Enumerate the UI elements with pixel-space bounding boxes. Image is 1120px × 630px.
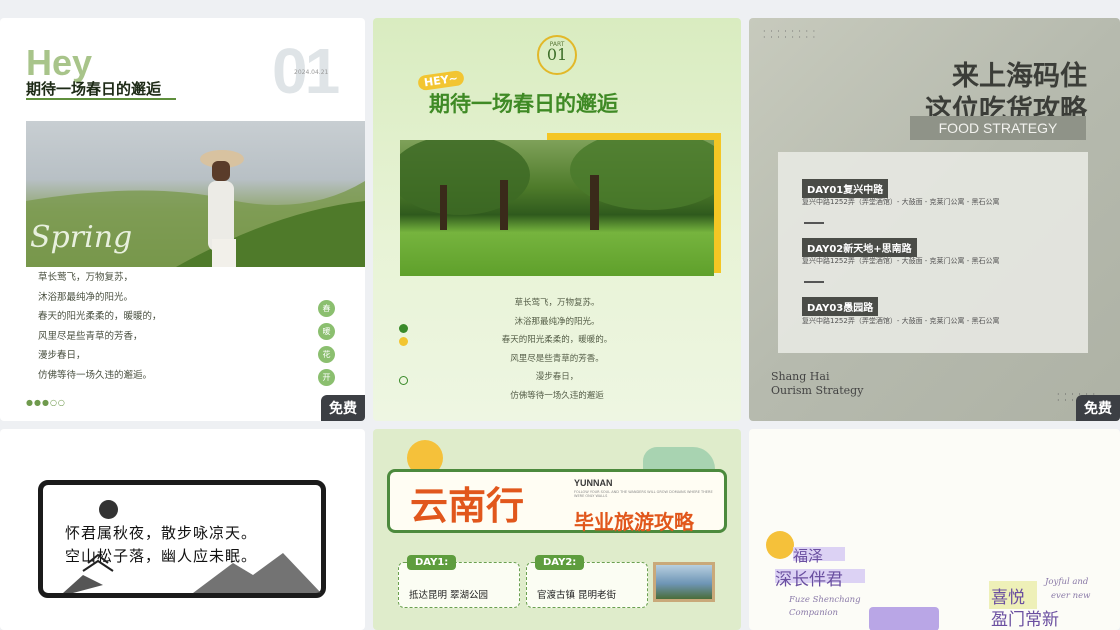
template-card-spring-park[interactable]: PART 01 HEY~ 期待一场春日的邂逅 草长莺飞，万物复苏。 沐浴那最纯净… [373,18,741,421]
subtitle: 毕业旅游攻略 [574,510,694,534]
footer-text: Shang Hai Ourism Strategy [771,370,864,397]
day-card: DAY1: 抵达昆明 翠湖公园 [398,555,520,608]
template-card-yunnan-travel[interactable]: 云南行 YUNNAN FOLLOW YOUR SOUL AND THE WAND… [373,429,741,630]
template-card-blessing[interactable]: 福泽 深长伴君 Fuze Shenchang Companion 喜悦 盈门常新… [749,429,1120,630]
day-tag: DAY1: [407,555,457,570]
day-label: DAY01复兴中路 [802,179,889,198]
divider [804,281,824,283]
day-card: DAY2: 官渡古镇 昆明老街 [526,555,648,608]
purple-brush-shape [869,607,939,630]
blessing-text: 福泽 [793,547,824,565]
day-text: 官渡古镇 昆明老街 [537,590,617,601]
blessing-text: 盈门常新 [991,610,1059,630]
timeline-dots [399,324,408,389]
day-detail: 复兴中路1252弄（弄堂酒馆）- 大鼓面 - 克莱门公寓 - 黑石公寓 [802,317,1000,325]
page-dots: ●●●○○ [26,398,66,407]
day-tag: DAY2: [535,555,585,570]
subtitle-food-strategy: FOOD STRATEGY [910,116,1086,140]
script-text: Joyful and [1045,577,1089,587]
day-label: DAY02新天地+思南路 [802,238,917,257]
day-detail: 复兴中路1252弄（弄堂酒馆）- 大鼓面 - 克莱门公寓 - 黑石公寓 [802,257,1000,265]
template-card-spring-encounter[interactable]: Hey 01 2024.04.21 期待一场春日的邂逅 Spring 草长莺飞，… [0,18,365,421]
poem-text: 草长莺飞，万物复苏， 沐浴那最纯净的阳光。 春天的阳光柔柔的，暖暖的， 风里尽是… [38,272,162,381]
smiley-face-icon [766,531,794,559]
yunnan-label: YUNNAN [574,478,613,488]
day-text: 抵达昆明 翠湖公园 [409,590,489,601]
script-text: Fuze Shenchang [789,595,861,605]
blessing-text: 深长伴君 [775,570,843,590]
big-title: 云南行 [410,484,525,528]
day-label: DAY03愚园路 [802,297,879,316]
card-title: 期待一场春日的邂逅 [429,92,618,116]
script-text: Companion [789,608,838,618]
template-card-ink-poem[interactable]: 怀君属秋夜，散步咏凉天。 空山松子落，幽人应未眠。 [0,429,365,630]
ink-poem-frame: 怀君属秋夜，散步咏凉天。 空山松子落，幽人应未眠。 [38,480,326,598]
card-title: 期待一场春日的邂逅 [26,80,162,98]
part-circle: PART 01 [537,35,577,75]
spring-script-word: Spring [30,220,133,255]
title-box: 云南行 YUNNAN FOLLOW YOUR SOUL AND THE WAND… [387,469,727,534]
small-english-text: FOLLOW YOUR SOUL AND THE WANDERS WILL GR… [574,490,713,498]
ink-mountains-illustration [63,553,321,593]
free-badge: 免费 [1076,395,1120,421]
itinerary-panel: DAY01复兴中路 复兴中路1252弄（弄堂酒馆）- 大鼓面 - 克莱门公寓 -… [778,152,1088,353]
vertical-circle-labels: 春 暖 花 开 [318,300,335,386]
title-underline [26,98,176,100]
lake-photo [653,562,715,602]
poem-text: 草长莺飞，万物复苏。 沐浴那最纯净的阳光。 春天的阳光柔柔的，暖暖的。 风里尽是… [501,298,613,401]
park-trees-photo [400,140,714,276]
dot-grid-decoration: · · · · · · · · · · · · · · · · [763,27,817,42]
divider [804,222,824,224]
card-date: 2024.04.21 [294,69,329,76]
script-text: ever new [1051,591,1091,601]
template-card-shanghai-food[interactable]: · · · · · · · · · · · · · · · · 来上海码住 这位吃… [749,18,1120,421]
free-badge: 免费 [321,395,365,421]
part-number: 01 [546,45,568,64]
day-detail: 复兴中路1252弄（弄堂酒馆）- 大鼓面 - 克莱门公寓 - 黑石公寓 [802,198,1000,206]
